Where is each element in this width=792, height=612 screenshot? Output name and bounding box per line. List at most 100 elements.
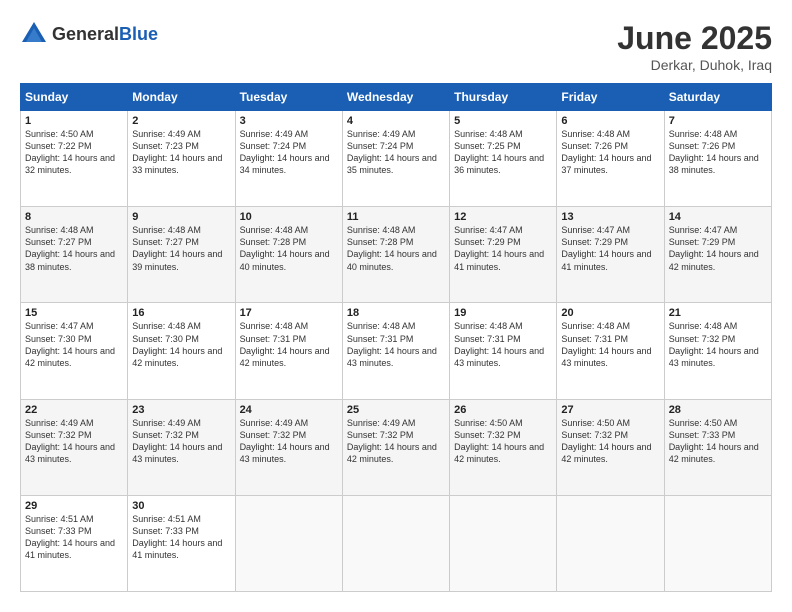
table-row: 29 Sunrise: 4:51 AM Sunset: 7:33 PM Dayl… — [21, 495, 128, 591]
sunrise-label: Sunrise: 4:47 AM — [454, 225, 523, 235]
daylight-label: Daylight: 14 hours and 43 minutes. — [561, 346, 651, 368]
sunset-label: Sunset: 7:31 PM — [347, 334, 414, 344]
sunset-label: Sunset: 7:28 PM — [347, 237, 414, 247]
day-info: Sunrise: 4:48 AM Sunset: 7:31 PM Dayligh… — [561, 320, 659, 369]
day-number: 5 — [454, 115, 552, 127]
day-number: 1 — [25, 115, 123, 127]
day-number: 15 — [25, 307, 123, 319]
daylight-label: Daylight: 14 hours and 35 minutes. — [347, 153, 437, 175]
day-number: 23 — [132, 404, 230, 416]
daylight-label: Daylight: 14 hours and 41 minutes. — [132, 538, 222, 560]
table-row: 11 Sunrise: 4:48 AM Sunset: 7:28 PM Dayl… — [342, 207, 449, 303]
day-number: 12 — [454, 211, 552, 223]
day-info: Sunrise: 4:48 AM Sunset: 7:25 PM Dayligh… — [454, 128, 552, 177]
day-number: 7 — [669, 115, 767, 127]
calendar-week-3: 15 Sunrise: 4:47 AM Sunset: 7:30 PM Dayl… — [21, 303, 772, 399]
day-number: 22 — [25, 404, 123, 416]
day-number: 14 — [669, 211, 767, 223]
daylight-label: Daylight: 14 hours and 43 minutes. — [454, 346, 544, 368]
day-info: Sunrise: 4:49 AM Sunset: 7:32 PM Dayligh… — [347, 417, 445, 466]
day-info: Sunrise: 4:48 AM Sunset: 7:31 PM Dayligh… — [240, 320, 338, 369]
sunrise-label: Sunrise: 4:50 AM — [669, 418, 738, 428]
day-number: 19 — [454, 307, 552, 319]
sunrise-label: Sunrise: 4:51 AM — [25, 514, 94, 524]
sunrise-label: Sunrise: 4:48 AM — [669, 321, 738, 331]
day-info: Sunrise: 4:50 AM Sunset: 7:22 PM Dayligh… — [25, 128, 123, 177]
daylight-label: Daylight: 14 hours and 38 minutes. — [25, 249, 115, 271]
page: GeneralBlue June 2025 Derkar, Duhok, Ira… — [0, 0, 792, 612]
col-monday: Monday — [128, 84, 235, 111]
sunrise-label: Sunrise: 4:50 AM — [25, 129, 94, 139]
day-info: Sunrise: 4:49 AM Sunset: 7:32 PM Dayligh… — [240, 417, 338, 466]
sunset-label: Sunset: 7:22 PM — [25, 141, 92, 151]
day-info: Sunrise: 4:50 AM Sunset: 7:32 PM Dayligh… — [561, 417, 659, 466]
logo-general: General — [52, 24, 119, 44]
daylight-label: Daylight: 14 hours and 43 minutes. — [25, 442, 115, 464]
sunrise-label: Sunrise: 4:50 AM — [454, 418, 523, 428]
day-number: 30 — [132, 500, 230, 512]
day-number: 17 — [240, 307, 338, 319]
daylight-label: Daylight: 14 hours and 32 minutes. — [25, 153, 115, 175]
sunset-label: Sunset: 7:25 PM — [454, 141, 521, 151]
sunrise-label: Sunrise: 4:48 AM — [240, 321, 309, 331]
sunrise-label: Sunrise: 4:50 AM — [561, 418, 630, 428]
sunset-label: Sunset: 7:30 PM — [25, 334, 92, 344]
sunset-label: Sunset: 7:26 PM — [561, 141, 628, 151]
sunrise-label: Sunrise: 4:49 AM — [132, 129, 201, 139]
sunrise-label: Sunrise: 4:49 AM — [347, 418, 416, 428]
table-row: 2 Sunrise: 4:49 AM Sunset: 7:23 PM Dayli… — [128, 111, 235, 207]
month-title: June 2025 — [617, 20, 772, 57]
table-row: 12 Sunrise: 4:47 AM Sunset: 7:29 PM Dayl… — [450, 207, 557, 303]
sunrise-label: Sunrise: 4:48 AM — [347, 225, 416, 235]
sunrise-label: Sunrise: 4:48 AM — [132, 225, 201, 235]
day-info: Sunrise: 4:48 AM Sunset: 7:27 PM Dayligh… — [132, 224, 230, 273]
sunrise-label: Sunrise: 4:48 AM — [669, 129, 738, 139]
day-info: Sunrise: 4:47 AM Sunset: 7:29 PM Dayligh… — [669, 224, 767, 273]
sunrise-label: Sunrise: 4:49 AM — [132, 418, 201, 428]
table-row: 20 Sunrise: 4:48 AM Sunset: 7:31 PM Dayl… — [557, 303, 664, 399]
calendar-week-5: 29 Sunrise: 4:51 AM Sunset: 7:33 PM Dayl… — [21, 495, 772, 591]
sunrise-label: Sunrise: 4:48 AM — [347, 321, 416, 331]
col-tuesday: Tuesday — [235, 84, 342, 111]
sunrise-label: Sunrise: 4:49 AM — [240, 418, 309, 428]
table-row: 4 Sunrise: 4:49 AM Sunset: 7:24 PM Dayli… — [342, 111, 449, 207]
daylight-label: Daylight: 14 hours and 37 minutes. — [561, 153, 651, 175]
day-number: 29 — [25, 500, 123, 512]
daylight-label: Daylight: 14 hours and 42 minutes. — [132, 346, 222, 368]
col-saturday: Saturday — [664, 84, 771, 111]
calendar-week-2: 8 Sunrise: 4:48 AM Sunset: 7:27 PM Dayli… — [21, 207, 772, 303]
table-row — [557, 495, 664, 591]
daylight-label: Daylight: 14 hours and 42 minutes. — [669, 442, 759, 464]
location: Derkar, Duhok, Iraq — [617, 57, 772, 73]
table-row — [664, 495, 771, 591]
daylight-label: Daylight: 14 hours and 41 minutes. — [25, 538, 115, 560]
day-info: Sunrise: 4:49 AM Sunset: 7:23 PM Dayligh… — [132, 128, 230, 177]
day-info: Sunrise: 4:51 AM Sunset: 7:33 PM Dayligh… — [132, 513, 230, 562]
sunrise-label: Sunrise: 4:48 AM — [561, 129, 630, 139]
daylight-label: Daylight: 14 hours and 42 minutes. — [240, 346, 330, 368]
daylight-label: Daylight: 14 hours and 43 minutes. — [132, 442, 222, 464]
calendar-header-row: Sunday Monday Tuesday Wednesday Thursday… — [21, 84, 772, 111]
sunset-label: Sunset: 7:32 PM — [25, 430, 92, 440]
col-thursday: Thursday — [450, 84, 557, 111]
daylight-label: Daylight: 14 hours and 42 minutes. — [561, 442, 651, 464]
logo: GeneralBlue — [20, 20, 158, 48]
table-row: 25 Sunrise: 4:49 AM Sunset: 7:32 PM Dayl… — [342, 399, 449, 495]
sunset-label: Sunset: 7:27 PM — [132, 237, 199, 247]
day-number: 11 — [347, 211, 445, 223]
daylight-label: Daylight: 14 hours and 42 minutes. — [347, 442, 437, 464]
day-info: Sunrise: 4:49 AM Sunset: 7:24 PM Dayligh… — [347, 128, 445, 177]
title-section: June 2025 Derkar, Duhok, Iraq — [617, 20, 772, 73]
day-number: 13 — [561, 211, 659, 223]
sunset-label: Sunset: 7:31 PM — [454, 334, 521, 344]
sunset-label: Sunset: 7:29 PM — [561, 237, 628, 247]
logo-blue: Blue — [119, 24, 158, 44]
sunset-label: Sunset: 7:33 PM — [132, 526, 199, 536]
day-number: 25 — [347, 404, 445, 416]
sunset-label: Sunset: 7:33 PM — [669, 430, 736, 440]
day-info: Sunrise: 4:51 AM Sunset: 7:33 PM Dayligh… — [25, 513, 123, 562]
daylight-label: Daylight: 14 hours and 38 minutes. — [669, 153, 759, 175]
day-info: Sunrise: 4:47 AM Sunset: 7:30 PM Dayligh… — [25, 320, 123, 369]
sunrise-label: Sunrise: 4:47 AM — [669, 225, 738, 235]
sunset-label: Sunset: 7:30 PM — [132, 334, 199, 344]
